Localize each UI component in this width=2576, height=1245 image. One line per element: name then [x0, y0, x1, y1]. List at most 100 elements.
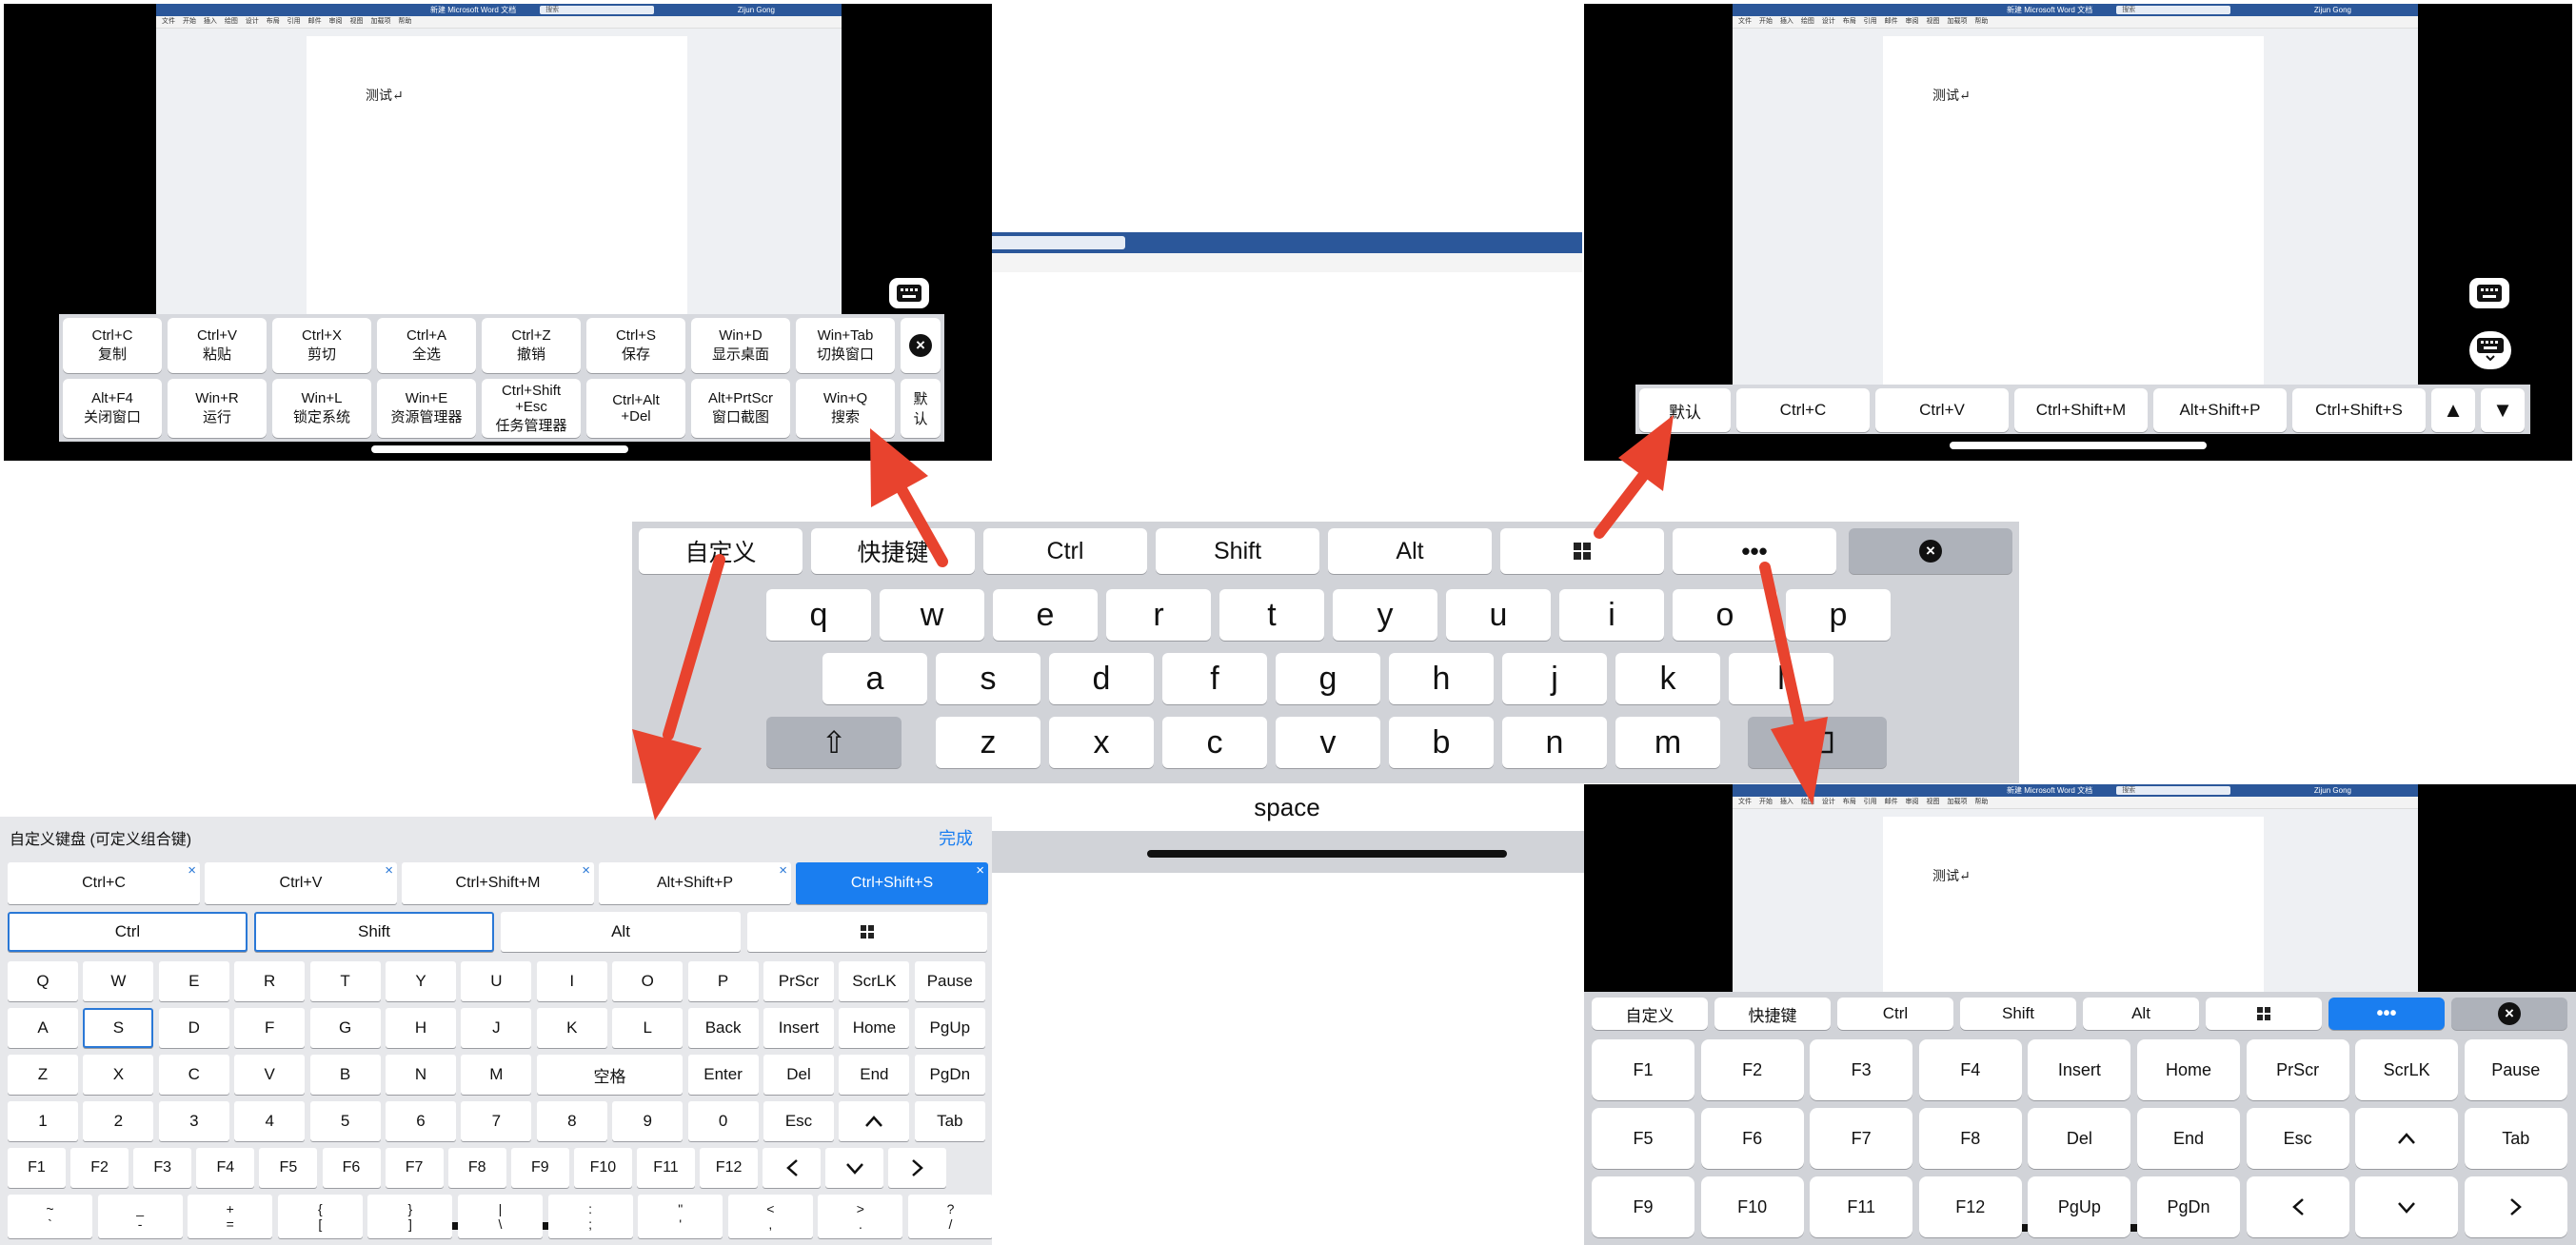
shortcut-key[interactable]: Ctrl+V: [1875, 388, 2009, 432]
custom-combo-key[interactable]: Ctrl+Shift+S ×: [796, 862, 988, 904]
custom-key[interactable]: F: [234, 1008, 306, 1048]
custom-key[interactable]: F4: [196, 1148, 255, 1188]
key-g[interactable]: g: [1276, 653, 1380, 704]
custom-key[interactable]: B: [309, 1055, 381, 1095]
custom-key[interactable]: Tab: [914, 1101, 985, 1141]
key-u[interactable]: u: [1446, 589, 1551, 641]
custom-key[interactable]: Home: [839, 1008, 910, 1048]
shortcut-key[interactable]: 默认: [1639, 388, 1731, 432]
modifier-alt[interactable]: Alt: [501, 912, 741, 952]
custom-key[interactable]: Back: [687, 1008, 759, 1048]
custom-key[interactable]: R: [234, 961, 306, 1001]
function-key[interactable]: ScrLK: [2355, 1039, 2459, 1100]
custom-key[interactable]: + =: [188, 1195, 273, 1238]
remove-icon[interactable]: ×: [385, 863, 393, 878]
custom-key[interactable]: : ;: [547, 1195, 633, 1238]
key-n[interactable]: n: [1502, 717, 1607, 768]
custom-combo-key[interactable]: Ctrl+Shift+M ×: [402, 862, 594, 904]
custom-key[interactable]: } ]: [367, 1195, 453, 1238]
custom-key[interactable]: [888, 1148, 947, 1188]
custom-key[interactable]: F3: [133, 1148, 192, 1188]
custom-key[interactable]: A: [8, 1008, 78, 1048]
custom-key[interactable]: Y: [386, 961, 456, 1001]
key-i[interactable]: i: [1559, 589, 1664, 641]
key-a[interactable]: a: [822, 653, 927, 704]
toolbar-close-key[interactable]: ×: [2451, 998, 2567, 1030]
toolbar-key-4[interactable]: Alt: [1328, 528, 1492, 574]
custom-key[interactable]: F7: [385, 1148, 444, 1188]
function-key[interactable]: Del: [2028, 1108, 2131, 1169]
function-key[interactable]: Esc: [2246, 1108, 2349, 1169]
function-key[interactable]: [2355, 1108, 2459, 1169]
custom-key[interactable]: < ,: [727, 1195, 813, 1238]
custom-key[interactable]: M: [461, 1055, 532, 1095]
custom-key[interactable]: O: [612, 961, 684, 1001]
custom-key[interactable]: F11: [637, 1148, 695, 1188]
custom-key[interactable]: ~ `: [8, 1195, 92, 1238]
word-search-tl[interactable]: 搜索: [540, 6, 655, 14]
function-key[interactable]: F4: [1918, 1039, 2022, 1100]
function-key[interactable]: F9: [1592, 1176, 1694, 1237]
shortcut-key[interactable]: Ctrl+Z 撤销: [482, 318, 581, 373]
shortcut-key[interactable]: Ctrl+X 剪切: [272, 318, 371, 373]
function-key[interactable]: F7: [1810, 1108, 1913, 1169]
key-w[interactable]: w: [880, 589, 984, 641]
function-key[interactable]: F2: [1700, 1039, 1804, 1100]
shortcut-key[interactable]: Ctrl+C: [1736, 388, 1870, 432]
shortcut-key[interactable]: Alt+Shift+P: [2153, 388, 2287, 432]
custom-key[interactable]: J: [461, 1008, 532, 1048]
custom-key[interactable]: PrScr: [763, 961, 834, 1001]
key-y[interactable]: y: [1333, 589, 1437, 641]
custom-key[interactable]: 2: [83, 1101, 154, 1141]
remove-icon[interactable]: ×: [779, 863, 787, 878]
function-key[interactable]: PgDn: [2137, 1176, 2240, 1237]
shortcut-key[interactable]: Alt+F4 关闭窗口: [63, 379, 162, 438]
modifier-ctrl[interactable]: Ctrl: [8, 912, 248, 952]
custom-key[interactable]: Insert: [763, 1008, 834, 1048]
custom-key[interactable]: [839, 1101, 910, 1141]
custom-key[interactable]: K: [536, 1008, 607, 1048]
custom-key[interactable]: F6: [322, 1148, 381, 1188]
custom-key[interactable]: F2: [70, 1148, 129, 1188]
function-key[interactable]: PrScr: [2246, 1039, 2349, 1100]
custom-key[interactable]: [825, 1148, 884, 1188]
custom-key[interactable]: F5: [259, 1148, 318, 1188]
function-key[interactable]: F5: [1592, 1108, 1694, 1169]
key-f[interactable]: f: [1162, 653, 1267, 704]
function-key[interactable]: Home: [2137, 1039, 2240, 1100]
custom-key[interactable]: [763, 1148, 822, 1188]
home-indicator-tl[interactable]: [371, 445, 628, 453]
custom-combo-key[interactable]: Alt+Shift+P ×: [599, 862, 791, 904]
toolbar-key-2[interactable]: Ctrl: [1837, 998, 1953, 1030]
key-l[interactable]: l: [1729, 653, 1833, 704]
remove-icon[interactable]: ×: [976, 863, 984, 878]
backspace-key[interactable]: [1748, 717, 1887, 768]
function-key[interactable]: F3: [1810, 1039, 1913, 1100]
toolbar-key-4[interactable]: Alt: [2083, 998, 2199, 1030]
default-key[interactable]: 默 认: [901, 379, 941, 438]
toolbar-close-key[interactable]: ×: [1849, 528, 2012, 574]
custom-key[interactable]: PgUp: [914, 1008, 985, 1048]
custom-key[interactable]: 1: [8, 1101, 78, 1141]
function-key[interactable]: End: [2137, 1108, 2240, 1169]
custom-key[interactable]: > .: [818, 1195, 903, 1238]
shortcut-key[interactable]: Win+E 资源管理器: [377, 379, 476, 438]
custom-key[interactable]: ScrLK: [839, 961, 910, 1001]
function-key[interactable]: [2355, 1176, 2459, 1237]
custom-key[interactable]: 3: [158, 1101, 229, 1141]
custom-key[interactable]: 8: [536, 1101, 607, 1141]
key-x[interactable]: x: [1049, 717, 1154, 768]
custom-key[interactable]: Pause: [914, 961, 985, 1001]
custom-key[interactable]: 5: [309, 1101, 381, 1141]
toolbar-win-key[interactable]: [1500, 528, 1664, 574]
key-v[interactable]: v: [1276, 717, 1380, 768]
custom-key[interactable]: { [: [277, 1195, 363, 1238]
custom-key[interactable]: _ -: [97, 1195, 183, 1238]
custom-key[interactable]: Del: [763, 1055, 834, 1095]
close-shortcut-bar[interactable]: ×: [901, 318, 941, 373]
done-button[interactable]: 完成: [939, 825, 973, 850]
custom-key[interactable]: T: [309, 961, 381, 1001]
custom-key[interactable]: F12: [700, 1148, 759, 1188]
toolbar-key-0[interactable]: 自定义: [1592, 998, 1708, 1030]
key-j[interactable]: j: [1502, 653, 1607, 704]
